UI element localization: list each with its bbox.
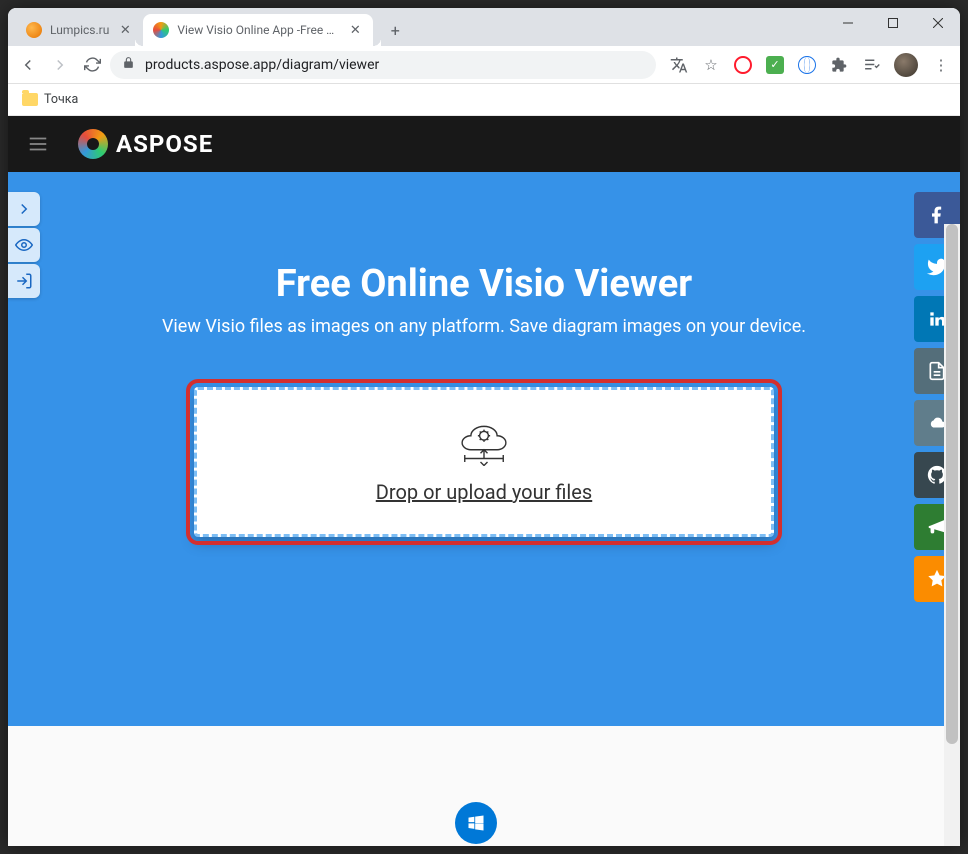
close-icon[interactable]: ✕ — [117, 22, 133, 38]
new-tab-button[interactable]: + — [381, 16, 409, 44]
url-input[interactable]: products.aspose.app/diagram/viewer — [110, 51, 656, 79]
tab-title: Lumpics.ru — [50, 23, 109, 37]
reading-list-icon[interactable] — [862, 56, 880, 74]
folder-icon — [22, 93, 38, 106]
back-button[interactable] — [14, 51, 42, 79]
login-icon[interactable] — [8, 264, 40, 298]
brand-name: ASPOSE — [116, 130, 213, 158]
opera-extension-icon[interactable] — [734, 56, 752, 74]
globe-extension-icon[interactable] — [798, 56, 816, 74]
titlebar: Lumpics.ru ✕ View Visio Online App -Free… — [8, 8, 960, 46]
favicon-aspose — [153, 22, 169, 38]
minimize-button[interactable] — [825, 8, 870, 38]
chevron-right-icon[interactable] — [8, 192, 40, 226]
page-title: Free Online Visio Viewer — [8, 262, 960, 306]
reload-button[interactable] — [78, 51, 106, 79]
maximize-button[interactable] — [870, 8, 915, 38]
profile-avatar[interactable] — [894, 53, 918, 77]
favicon-lumpics — [26, 22, 42, 38]
chrome-menu-icon[interactable]: ⋮ — [932, 56, 950, 74]
menu-button[interactable] — [18, 124, 58, 164]
bookmark-star-icon[interactable]: ☆ — [702, 56, 720, 74]
logo-swirl-icon — [78, 129, 108, 159]
close-window-button[interactable] — [915, 8, 960, 38]
scrollbar[interactable] — [944, 224, 960, 846]
bookmark-item[interactable]: Точка — [44, 92, 78, 107]
footer-preview — [8, 726, 944, 846]
url-text: products.aspose.app/diagram/viewer — [145, 57, 379, 73]
scrollbar-thumb[interactable] — [946, 224, 958, 744]
tab-aspose[interactable]: View Visio Online App -Free Onli ✕ — [143, 14, 373, 46]
site-header: ASPOSE — [8, 116, 960, 172]
addressbar: products.aspose.app/diagram/viewer ☆ ✓ ⋮ — [8, 46, 960, 84]
translate-icon[interactable] — [670, 56, 688, 74]
forward-button[interactable] — [46, 51, 74, 79]
close-icon[interactable]: ✕ — [347, 22, 363, 38]
file-dropzone[interactable]: Drop or upload your files — [194, 387, 774, 537]
tab-title: View Visio Online App -Free Onli — [177, 23, 339, 37]
tab-lumpics[interactable]: Lumpics.ru ✕ — [16, 14, 143, 46]
cloud-upload-icon — [449, 416, 519, 466]
page-subtitle: View Visio files as images on any platfo… — [8, 316, 960, 337]
adguard-extension-icon[interactable]: ✓ — [766, 56, 784, 74]
lock-icon — [122, 56, 135, 73]
aspose-logo[interactable]: ASPOSE — [78, 129, 213, 159]
bookmarks-bar: Точка — [8, 84, 960, 116]
left-side-tabs — [8, 192, 40, 300]
eye-icon[interactable] — [8, 228, 40, 262]
windows-icon — [455, 802, 497, 844]
extensions-icon[interactable] — [830, 56, 848, 74]
dropzone-label: Drop or upload your files — [376, 480, 592, 504]
